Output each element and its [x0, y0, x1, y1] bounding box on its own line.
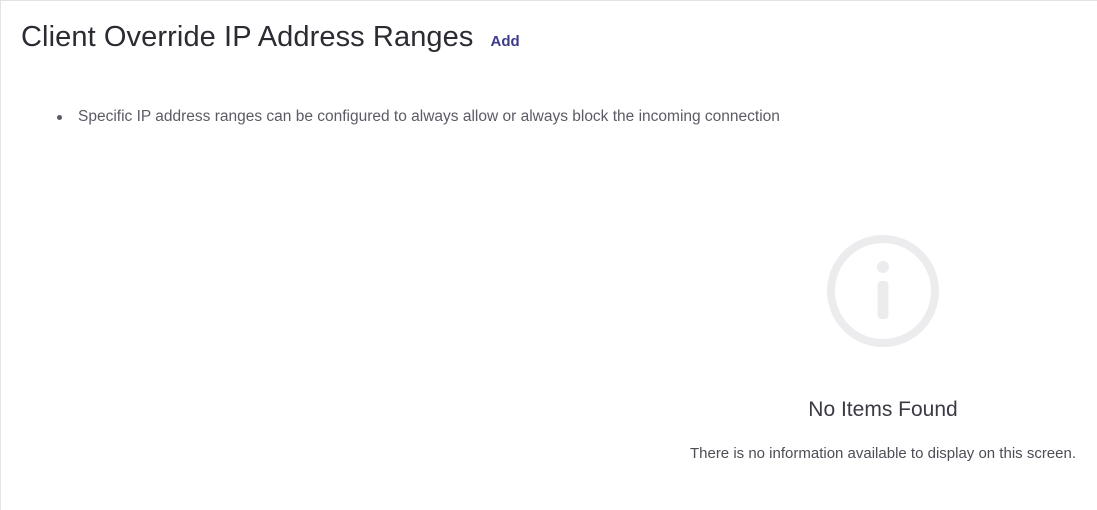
bullet-dot [57, 115, 62, 120]
section-header: Client Override IP Address Ranges Add [21, 21, 520, 54]
page-title: Client Override IP Address Ranges [21, 21, 474, 53]
add-link[interactable]: Add [491, 33, 520, 50]
info-circle-icon [827, 235, 939, 347]
list-item: Specific IP address ranges can be config… [57, 107, 780, 127]
info-notes-list: Specific IP address ranges can be config… [57, 107, 780, 127]
empty-state: No Items Found There is no information a… [673, 231, 1093, 466]
empty-state-description: There is no information available to dis… [689, 445, 1077, 462]
empty-state-title: No Items Found [808, 398, 958, 421]
note-text: Specific IP address ranges can be config… [78, 108, 780, 125]
ip-ranges-panel: Client Override IP Address Ranges Add Sp… [0, 0, 1097, 510]
